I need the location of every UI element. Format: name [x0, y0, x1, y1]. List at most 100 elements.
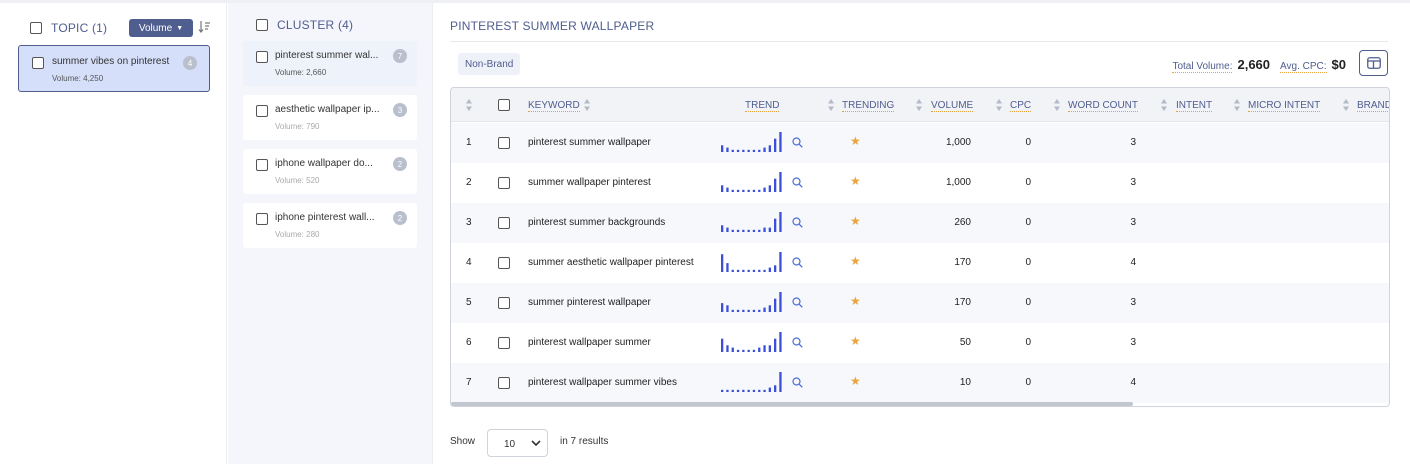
trend-bar [747, 309, 750, 312]
trend-bar [768, 267, 771, 272]
row-checkbox[interactable] [498, 297, 510, 309]
cluster-header: CLUSTER (4) [256, 18, 353, 32]
trend-bar [726, 389, 729, 392]
row-checkbox[interactable] [498, 377, 510, 389]
trend-bar [768, 345, 771, 352]
sort-icon[interactable] [466, 99, 472, 111]
volume-cell: 260 [954, 217, 971, 228]
cluster-count-badge: 3 [393, 103, 407, 117]
cluster-card[interactable]: pinterest summer wal... Volume: 2,660 7 [243, 41, 417, 86]
search-icon[interactable] [792, 377, 803, 388]
topic-select-all-checkbox[interactable] [30, 22, 42, 34]
trend-bar [774, 218, 777, 232]
columns-toggle-button[interactable] [1359, 50, 1388, 76]
sort-icon[interactable] [996, 99, 1002, 111]
search-icon[interactable] [792, 177, 803, 188]
cluster-checkbox[interactable] [256, 159, 268, 171]
topic-count-badge: 4 [183, 56, 197, 70]
table-row[interactable]: 3 pinterest summer backgrounds ★ 260 0 3 [451, 203, 1389, 243]
trend-bar [779, 332, 782, 352]
sort-desc-icon[interactable] [198, 20, 210, 34]
table-row[interactable]: 2 summer wallpaper pinterest ★ 1,000 0 3 [451, 163, 1389, 203]
cluster-select-all-checkbox[interactable] [256, 19, 268, 31]
star-icon: ★ [850, 254, 861, 268]
sort-icon[interactable] [828, 99, 834, 111]
row-number: 1 [466, 137, 472, 148]
col-volume[interactable]: VOLUME [931, 100, 974, 112]
trend-bar [752, 389, 756, 392]
trend-bar [747, 389, 750, 392]
cluster-count-badge: 2 [393, 157, 407, 171]
trend-sparkline [721, 252, 782, 272]
trend-bar [752, 349, 756, 352]
trend-bar [763, 307, 766, 312]
sort-icon[interactable] [916, 99, 922, 111]
caret-down-icon: ▼ [176, 24, 184, 32]
page-size-select[interactable]: 10 [487, 429, 548, 457]
sort-icon[interactable] [1054, 99, 1060, 111]
trend-bar [736, 229, 740, 232]
trend-sparkline [721, 212, 782, 232]
row-checkbox[interactable] [498, 177, 510, 189]
table-row[interactable]: 5 summer pinterest wallpaper ★ 170 0 3 [451, 283, 1389, 323]
row-checkbox[interactable] [498, 137, 510, 149]
brand-filter-chip[interactable]: Non-Brand [458, 53, 521, 75]
table-row[interactable]: 6 pinterest wallpaper summer ★ 50 0 3 [451, 323, 1389, 363]
trend-bar [726, 263, 729, 272]
cluster-count-badge: 7 [393, 49, 407, 63]
cpc-cell: 0 [1025, 257, 1031, 268]
trend-bar [736, 189, 740, 192]
trend-bar [779, 172, 782, 192]
trend-bar [779, 132, 782, 152]
cluster-card[interactable]: aesthetic wallpaper ip... Volume: 790 3 [243, 95, 417, 140]
table-row[interactable]: 7 pinterest wallpaper summer vibes ★ 10 0 4 [451, 363, 1389, 403]
sort-icon[interactable] [1234, 99, 1240, 111]
col-cpc[interactable]: CPC [1010, 100, 1032, 112]
volume-cell: 1,000 [945, 137, 971, 148]
trend-bar [768, 145, 771, 152]
cluster-card[interactable]: iphone wallpaper do... Volume: 520 2 [243, 149, 417, 194]
trend-bar [774, 178, 777, 192]
table-row[interactable]: 4 summer aesthetic wallpaper pinterest ★ 17… [451, 243, 1389, 283]
keyword-cell: summer pinterest wallpaper [528, 297, 651, 308]
sort-icon[interactable] [584, 99, 590, 111]
row-checkbox[interactable] [498, 217, 510, 229]
col-brand[interactable]: BRAND [1357, 100, 1389, 112]
cluster-checkbox[interactable] [256, 51, 268, 63]
star-icon: ★ [850, 294, 861, 308]
search-icon[interactable] [792, 257, 803, 268]
search-icon[interactable] [792, 337, 803, 348]
trend-bar [747, 149, 750, 152]
cluster-checkbox[interactable] [256, 105, 268, 117]
cluster-checkbox[interactable] [256, 213, 268, 225]
select-all-checkbox[interactable] [498, 99, 510, 111]
row-checkbox[interactable] [498, 257, 510, 269]
search-icon[interactable] [792, 217, 803, 228]
trend-bar [758, 189, 761, 192]
col-word-count[interactable]: WORD COUNT [1068, 100, 1138, 112]
cpc-cell: 0 [1025, 337, 1031, 348]
col-trending[interactable]: TRENDING [842, 100, 895, 112]
search-icon[interactable] [792, 297, 803, 308]
star-icon: ★ [850, 374, 861, 388]
sort-icon[interactable] [1343, 99, 1349, 111]
cluster-card-volume: Volume: 790 [275, 122, 320, 131]
row-number: 7 [466, 377, 472, 388]
row-checkbox[interactable] [498, 337, 510, 349]
trend-bar [726, 147, 729, 152]
col-intent[interactable]: INTENT [1176, 100, 1213, 112]
horizontal-scrollbar[interactable] [451, 402, 1133, 406]
topic-card[interactable]: summer vibes on pinterest Volume: 4,250 … [18, 45, 210, 92]
page-size-value: 10 [504, 439, 516, 450]
sort-icon[interactable] [1161, 99, 1167, 111]
topic-sort-dropdown[interactable]: Volume ▼ [129, 19, 193, 37]
search-icon[interactable] [792, 137, 803, 148]
col-micro-intent[interactable]: MICRO INTENT [1248, 100, 1321, 112]
trend-bar [731, 229, 734, 232]
cluster-card[interactable]: iphone pinterest wall... Volume: 280 2 [243, 203, 417, 248]
trend-bar [721, 145, 724, 152]
table-row[interactable]: 1 pinterest summer wallpaper ★ 1,000 0 3 [451, 123, 1389, 163]
topic-checkbox[interactable] [32, 57, 44, 69]
col-keyword[interactable]: KEYWORD [528, 100, 580, 112]
star-icon: ★ [850, 134, 861, 148]
